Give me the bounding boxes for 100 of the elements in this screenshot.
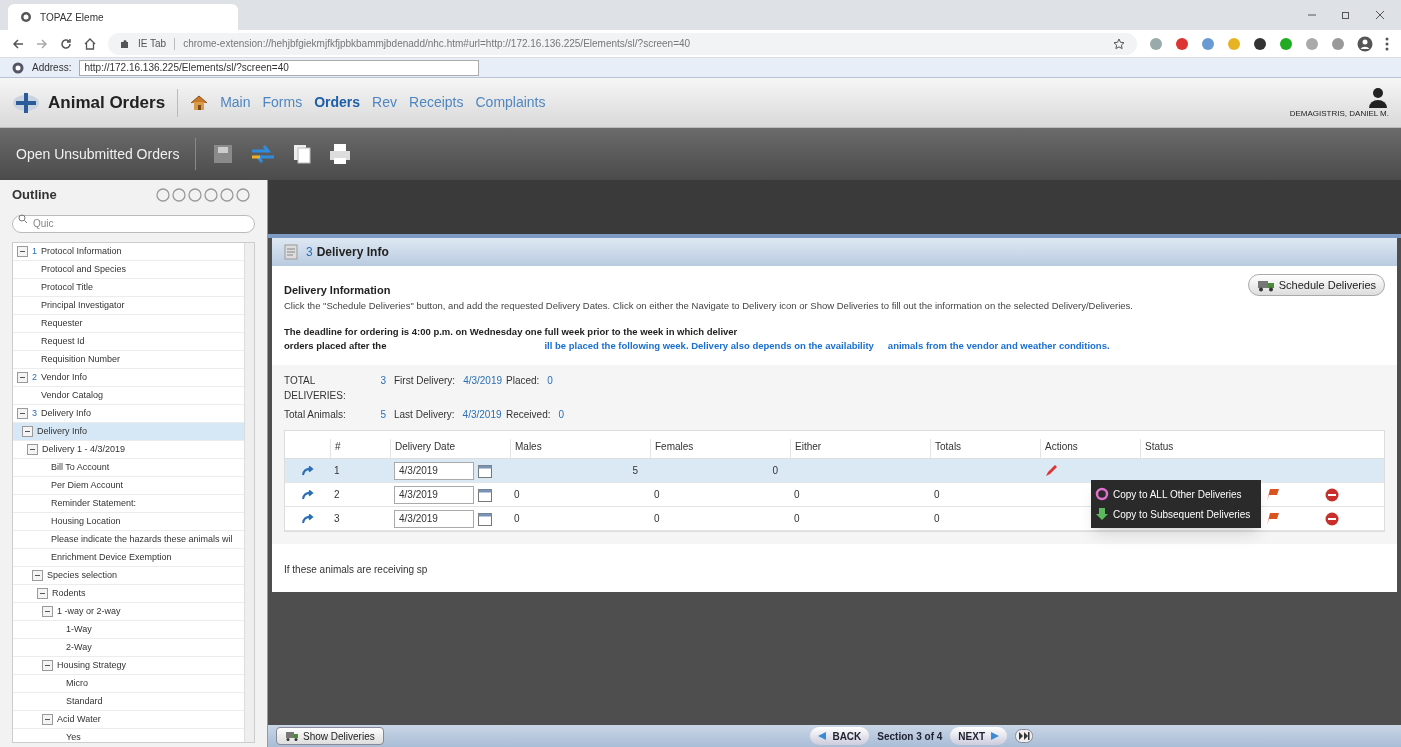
outline-item[interactable]: Delivery 1 - 4/3/2019 xyxy=(13,441,244,459)
outline-item[interactable]: Micro xyxy=(13,675,244,693)
outline-number: 3 xyxy=(32,406,37,420)
outline-label: Request Id xyxy=(41,334,85,348)
outline-label: Protocol Information xyxy=(41,244,122,258)
table-cell: 0 xyxy=(934,489,940,501)
outline-item[interactable]: Housing Strategy xyxy=(13,657,244,675)
url-text: chrome-extension://hehjbfgiekmjfkfjpbkbammjbdenadd/nhc.htm#url=http://172.16.136.225/Elements/sl/?screen=40 xyxy=(183,37,691,51)
date-field[interactable]: 4/3/2019 xyxy=(394,509,474,528)
outline-label: Species selection xyxy=(47,568,118,582)
instructions-text: Click the "Schedule Deliveries" button, and add the requested Delivery Dates. Click on either the Navigate to Delivery icon or Show Deliveries to fill out the information on the selected Delivery/Deliveries. xyxy=(284,298,1134,313)
column-header: Actions xyxy=(1040,439,1140,459)
summary-value: 5 xyxy=(380,408,386,423)
column-header: # xyxy=(330,439,390,459)
outline-item[interactable]: Protocol Title xyxy=(13,279,244,297)
summary-value: 3 xyxy=(380,374,386,389)
address-bar[interactable]: IE Tab chrome-extension://hehjbfgiekmjfkfjpbkbammjbdenadd/nhc.htm#url=http://172.16.136.225/Elements/sl/?screen=40 xyxy=(108,32,1137,55)
outline-label: Micro xyxy=(66,676,88,690)
outline-item[interactable]: Species selection xyxy=(13,567,244,585)
summary-value: 4/3/2019 xyxy=(462,408,502,423)
outline-item[interactable]: 1 -way or 2-way xyxy=(13,603,244,621)
extension-label: IE Tab xyxy=(138,37,167,51)
table-row[interactable]: 1 4/3/2019 5 0 xyxy=(285,459,1384,484)
outline-label: Rodents xyxy=(52,586,86,600)
outline-item[interactable]: 2-Way xyxy=(13,639,244,657)
outline-title: Outline xyxy=(12,186,57,205)
table-cell-text: 1 xyxy=(333,464,341,479)
date-field[interactable]: 4/3/2019 xyxy=(394,461,474,480)
outline-item[interactable]: 1-Way xyxy=(13,621,244,639)
column-header: Delivery Date xyxy=(390,439,510,459)
back-button[interactable]: BACK xyxy=(810,727,870,745)
address-label: Address: xyxy=(32,61,72,75)
browser-tab[interactable]: TOPAZ Eleme xyxy=(8,4,238,30)
outline-item[interactable]: Reminder Statement: xyxy=(13,495,244,513)
table-cell: 5 xyxy=(632,465,638,477)
table-cell: 0 xyxy=(514,489,520,501)
outline-label: Protocol and Species xyxy=(41,262,127,276)
outline-label: Housing Strategy xyxy=(57,658,127,672)
table-cell: 0 xyxy=(654,489,660,501)
show-deliveries-button[interactable]: Show Deliveries xyxy=(276,727,384,745)
outline-label: Acid Water xyxy=(57,712,101,726)
section-title: Delivery Info xyxy=(316,244,389,261)
column-header: Males xyxy=(510,439,650,459)
summary-label: TOTAL DELIVERIES: xyxy=(284,374,347,404)
outline-label: Delivery Info xyxy=(37,424,88,438)
outline-item[interactable]: Rodents xyxy=(13,585,244,603)
outline-label: Enrichment Device Exemption xyxy=(51,550,172,564)
outline-item[interactable]: Bill To Account xyxy=(13,459,244,477)
summary-value: 0 xyxy=(547,374,553,389)
summary-label: Placed: xyxy=(506,374,540,389)
table-cell: 0 xyxy=(794,513,800,525)
section-number: 3 xyxy=(306,244,313,261)
outline-item[interactable]: Requester xyxy=(13,315,244,333)
outline-label: 2-Way xyxy=(66,640,92,654)
outline-item[interactable]: 1 Protocol Information xyxy=(13,243,244,261)
section-indicator: Section 3 of 4 xyxy=(877,729,943,744)
outline-item[interactable]: Enrichment Device Exemption xyxy=(13,549,244,567)
outline-item[interactable]: Standard xyxy=(13,693,244,711)
outline-label: Delivery Info xyxy=(41,406,92,420)
outline-item[interactable]: Delivery Info xyxy=(13,423,244,441)
column-header: Either xyxy=(790,439,930,459)
outline-item[interactable]: Requisition Number xyxy=(13,351,244,369)
table-cell: 0 xyxy=(934,513,940,525)
column-header: Status xyxy=(1140,439,1280,459)
deadline-notice: orders placed after the xyxy=(284,339,387,353)
outline-item[interactable]: Principal Investigator xyxy=(13,297,244,315)
outline-item[interactable]: Vendor Catalog xyxy=(13,387,244,405)
date-field[interactable]: 4/3/2019 xyxy=(394,485,474,504)
outline-label: 1 -way or 2-way xyxy=(57,604,121,618)
summary-value: 0 xyxy=(558,408,565,423)
outline-label: Protocol Title xyxy=(41,280,94,294)
search-field[interactable]: Quic xyxy=(12,214,255,233)
summary-label: Total Animals: xyxy=(284,408,346,423)
nav-link[interactable]: Orders xyxy=(314,92,361,113)
outline-item[interactable]: Housing Location xyxy=(13,513,244,531)
outline-label: Per Diem Account xyxy=(51,478,124,492)
user-name: DEMAGISTRIS, DANIEL M. xyxy=(1289,107,1389,120)
column-header: Females xyxy=(650,439,790,459)
outline-label: Delivery 1 - 4/3/2019 xyxy=(42,442,126,456)
outline-item[interactable]: 2 Vendor Info xyxy=(13,369,244,387)
table-cell: 0 xyxy=(654,513,660,525)
table-cell: 0 xyxy=(794,489,800,501)
deadline-notice: animals from the vendor and weather conditions. xyxy=(887,339,1110,353)
table-cell: 0 xyxy=(514,513,520,525)
summary-label: Last Delivery: xyxy=(394,408,455,423)
ie-address-field[interactable]: http://172.16.136.225/Elements/sl/?screen=40 xyxy=(79,59,480,76)
deadline-notice: The deadline for ordering is 4:00 p.m. on Wednesday one full week prior to the week in which deliver xyxy=(284,324,739,339)
outline-item[interactable]: Per Diem Account xyxy=(13,477,244,495)
outline-item[interactable]: Protocol and Species xyxy=(13,261,244,279)
summary-label: Received: xyxy=(506,408,551,423)
menu-item[interactable]: Copy to ALL Other Deliveries xyxy=(1091,484,1261,505)
table-cell-text: 2 xyxy=(333,488,341,503)
tab-title: TOPAZ Eleme xyxy=(40,10,104,25)
outline-item[interactable]: Please indicate the hazards these animals wil xyxy=(13,531,244,549)
schedule-deliveries-button[interactable]: Schedule Deliveries xyxy=(1247,274,1385,296)
outline-item[interactable]: Acid Water xyxy=(13,711,244,729)
outline-label: Please indicate the hazards these animals wil xyxy=(51,532,233,546)
summary-label: First Delivery: xyxy=(394,374,456,389)
outline-item[interactable]: Request Id xyxy=(13,333,244,351)
next-button[interactable]: NEXT xyxy=(950,727,1007,745)
